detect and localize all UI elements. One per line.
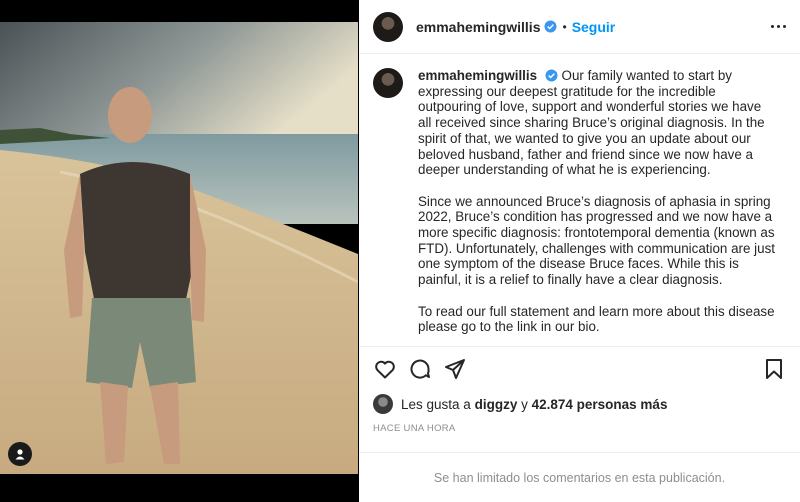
post-timestamp[interactable]: HACE UNA HORA [373, 423, 456, 434]
post-side-panel: emmahemingwillis • Seguir emmahemingwill… [359, 0, 800, 502]
likes-summary: Les gusta a diggzy y 42.874 personas más [373, 394, 667, 414]
follow-button[interactable]: Seguir [572, 19, 616, 35]
user-tag-icon [15, 449, 25, 460]
separator-dot: • [562, 19, 567, 34]
post-media-pane [0, 0, 358, 502]
more-options-icon[interactable] [771, 25, 786, 28]
user-tag-button[interactable] [8, 442, 32, 466]
bookmark-icon[interactable] [762, 357, 786, 381]
comments-limited-notice: Se han limitado los comentarios en esta … [359, 452, 800, 502]
liker-avatar[interactable] [373, 394, 393, 414]
likes-count[interactable]: 42.874 personas más [532, 397, 668, 412]
post-photo[interactable] [0, 22, 358, 474]
likes-prefix: Les gusta a [401, 396, 471, 412]
author-username[interactable]: emmahemingwillis [416, 19, 540, 35]
caption-text: emmahemingwillis Our family wanted to st… [418, 68, 778, 346]
verified-badge-icon [545, 69, 558, 82]
caption-username[interactable]: emmahemingwillis [418, 68, 537, 83]
action-bar [359, 346, 800, 390]
likes-joiner: y [521, 396, 528, 412]
caption-paragraph: emmahemingwillis Our family wanted to st… [418, 68, 778, 178]
caption-section: emmahemingwillis Our family wanted to st… [359, 54, 800, 346]
caption-paragraph-1: Our family wanted to start by expressing… [418, 68, 765, 178]
author-avatar[interactable] [373, 11, 403, 42]
comment-icon[interactable] [408, 357, 432, 381]
beach-photo [0, 22, 358, 474]
post-header: emmahemingwillis • Seguir [359, 0, 800, 54]
caption-author-avatar[interactable] [373, 68, 403, 98]
share-icon[interactable] [443, 357, 467, 381]
caption-paragraph-3: To read our full statement and learn mor… [418, 303, 775, 335]
heart-icon[interactable] [373, 357, 397, 381]
caption-paragraph-2: Since we announced Bruce’s diagnosis of … [418, 193, 775, 288]
liker-username[interactable]: diggzy [475, 397, 518, 412]
verified-badge-icon [544, 20, 557, 33]
